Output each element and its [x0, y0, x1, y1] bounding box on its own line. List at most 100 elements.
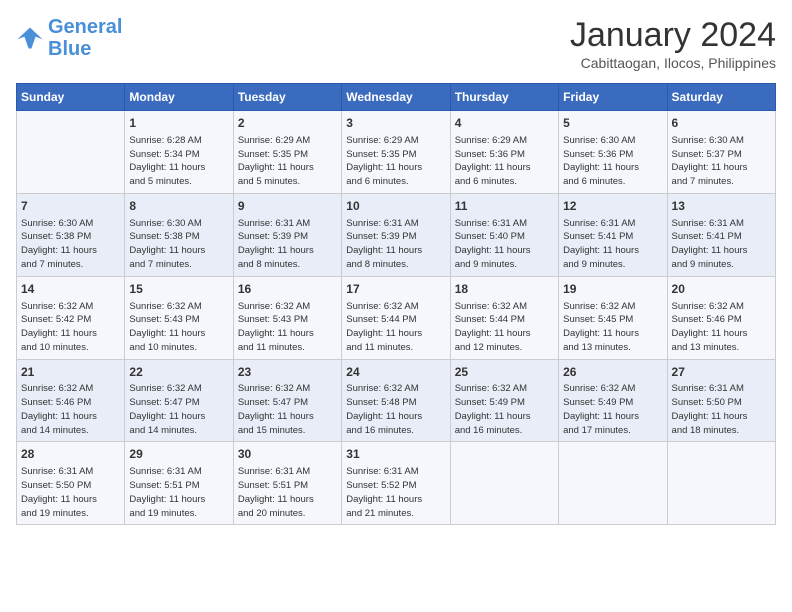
week-row-1: 1 Sunrise: 6:28 AM Sunset: 5:34 PM Daylig…	[17, 111, 776, 194]
subtitle: Cabittaogan, Ilocos, Philippines	[570, 55, 776, 71]
week-row-2: 7 Sunrise: 6:30 AM Sunset: 5:38 PM Daylig…	[17, 193, 776, 276]
calendar-cell: 8Sunrise: 6:30 AM Sunset: 5:38 PM Daylig…	[125, 193, 233, 276]
cell-info: Sunrise: 6:30 AM Sunset: 5:38 PM Dayligh…	[129, 217, 228, 272]
calendar-cell: 20 Sunrise: 6:32 AM Sunset: 5:46 PM Dayli…	[667, 276, 775, 359]
day-number: 17	[346, 281, 445, 298]
calendar-cell: 30 Sunrise: 6:31 AM Sunset: 5:51 PM Dayli…	[233, 442, 341, 525]
header-cell-wednesday: Wednesday	[342, 84, 450, 111]
calendar-cell: 27Sunrise: 6:31 AM Sunset: 5:50 PM Dayli…	[667, 359, 775, 442]
day-number: 29	[129, 446, 228, 463]
cell-info: Sunrise: 6:31 AM Sunset: 5:40 PM Dayligh…	[455, 217, 554, 272]
day-number: 13	[672, 198, 771, 215]
calendar-cell	[559, 442, 667, 525]
day-number: 20	[672, 281, 771, 298]
day-number: 2	[238, 115, 337, 132]
cell-info: Sunrise: 6:30 AM Sunset: 5:38 PM Dayligh…	[21, 217, 120, 272]
calendar-cell	[450, 442, 558, 525]
cell-info: Sunrise: 6:32 AM Sunset: 5:49 PM Dayligh…	[563, 382, 662, 437]
day-number: 14	[21, 281, 120, 298]
logo-text-line1: General	[48, 16, 122, 38]
cell-info: Sunrise: 6:31 AM Sunset: 5:50 PM Dayligh…	[672, 382, 771, 437]
calendar-cell: 4 Sunrise: 6:29 AM Sunset: 5:36 PM Daylig…	[450, 111, 558, 194]
cell-info: Sunrise: 6:30 AM Sunset: 5:36 PM Dayligh…	[563, 134, 662, 189]
cell-info: Sunrise: 6:32 AM Sunset: 5:44 PM Dayligh…	[346, 300, 445, 355]
calendar-cell: 25Sunrise: 6:32 AM Sunset: 5:49 PM Dayli…	[450, 359, 558, 442]
cell-info: Sunrise: 6:31 AM Sunset: 5:52 PM Dayligh…	[346, 465, 445, 520]
calendar-cell: 24Sunrise: 6:32 AM Sunset: 5:48 PM Dayli…	[342, 359, 450, 442]
day-number: 1	[129, 115, 228, 132]
day-number: 11	[455, 198, 554, 215]
day-number: 28	[21, 446, 120, 463]
cell-info: Sunrise: 6:32 AM Sunset: 5:43 PM Dayligh…	[129, 300, 228, 355]
calendar-cell: 17 Sunrise: 6:32 AM Sunset: 5:44 PM Dayli…	[342, 276, 450, 359]
header-cell-saturday: Saturday	[667, 84, 775, 111]
header-cell-sunday: Sunday	[17, 84, 125, 111]
day-number: 5	[563, 115, 662, 132]
cell-info: Sunrise: 6:32 AM Sunset: 5:49 PM Dayligh…	[455, 382, 554, 437]
day-number: 4	[455, 115, 554, 132]
calendar-cell: 28 Sunrise: 6:31 AM Sunset: 5:50 PM Dayli…	[17, 442, 125, 525]
day-number: 7	[21, 198, 120, 215]
calendar-body: 1 Sunrise: 6:28 AM Sunset: 5:34 PM Daylig…	[17, 111, 776, 525]
calendar-cell: 18 Sunrise: 6:32 AM Sunset: 5:44 PM Dayli…	[450, 276, 558, 359]
day-number: 26	[563, 364, 662, 381]
cell-info: Sunrise: 6:32 AM Sunset: 5:42 PM Dayligh…	[21, 300, 120, 355]
calendar-cell: 26Sunrise: 6:32 AM Sunset: 5:49 PM Dayli…	[559, 359, 667, 442]
cell-info: Sunrise: 6:32 AM Sunset: 5:46 PM Dayligh…	[672, 300, 771, 355]
cell-info: Sunrise: 6:32 AM Sunset: 5:47 PM Dayligh…	[129, 382, 228, 437]
calendar-cell: 19 Sunrise: 6:32 AM Sunset: 5:45 PM Dayli…	[559, 276, 667, 359]
day-number: 6	[672, 115, 771, 132]
calendar-cell: 14 Sunrise: 6:32 AM Sunset: 5:42 PM Dayli…	[17, 276, 125, 359]
header-cell-thursday: Thursday	[450, 84, 558, 111]
cell-info: Sunrise: 6:32 AM Sunset: 5:48 PM Dayligh…	[346, 382, 445, 437]
day-number: 21	[21, 364, 120, 381]
cell-info: Sunrise: 6:29 AM Sunset: 5:35 PM Dayligh…	[346, 134, 445, 189]
cell-info: Sunrise: 6:29 AM Sunset: 5:36 PM Dayligh…	[455, 134, 554, 189]
calendar-cell: 31 Sunrise: 6:31 AM Sunset: 5:52 PM Dayli…	[342, 442, 450, 525]
week-row-3: 14 Sunrise: 6:32 AM Sunset: 5:42 PM Dayli…	[17, 276, 776, 359]
cell-info: Sunrise: 6:28 AM Sunset: 5:34 PM Dayligh…	[129, 134, 228, 189]
day-number: 30	[238, 446, 337, 463]
cell-info: Sunrise: 6:31 AM Sunset: 5:39 PM Dayligh…	[238, 217, 337, 272]
day-number: 31	[346, 446, 445, 463]
cell-info: Sunrise: 6:32 AM Sunset: 5:46 PM Dayligh…	[21, 382, 120, 437]
calendar-cell: 22Sunrise: 6:32 AM Sunset: 5:47 PM Dayli…	[125, 359, 233, 442]
calendar-cell: 5 Sunrise: 6:30 AM Sunset: 5:36 PM Daylig…	[559, 111, 667, 194]
calendar-cell: 6Sunrise: 6:30 AM Sunset: 5:37 PM Daylig…	[667, 111, 775, 194]
calendar-cell: 10Sunrise: 6:31 AM Sunset: 5:39 PM Dayli…	[342, 193, 450, 276]
day-number: 24	[346, 364, 445, 381]
logo-text-line2: Blue	[48, 38, 122, 60]
header-cell-tuesday: Tuesday	[233, 84, 341, 111]
cell-info: Sunrise: 6:31 AM Sunset: 5:51 PM Dayligh…	[238, 465, 337, 520]
calendar-cell: 9 Sunrise: 6:31 AM Sunset: 5:39 PM Daylig…	[233, 193, 341, 276]
calendar-cell: 15Sunrise: 6:32 AM Sunset: 5:43 PM Dayli…	[125, 276, 233, 359]
calendar-cell: 1 Sunrise: 6:28 AM Sunset: 5:34 PM Daylig…	[125, 111, 233, 194]
day-number: 27	[672, 364, 771, 381]
calendar-cell: 29 Sunrise: 6:31 AM Sunset: 5:51 PM Dayli…	[125, 442, 233, 525]
calendar-cell: 16Sunrise: 6:32 AM Sunset: 5:43 PM Dayli…	[233, 276, 341, 359]
day-number: 3	[346, 115, 445, 132]
calendar-cell: 11 Sunrise: 6:31 AM Sunset: 5:40 PM Dayli…	[450, 193, 558, 276]
cell-info: Sunrise: 6:32 AM Sunset: 5:44 PM Dayligh…	[455, 300, 554, 355]
logo: General Blue	[16, 16, 122, 60]
calendar-cell	[667, 442, 775, 525]
cell-info: Sunrise: 6:31 AM Sunset: 5:50 PM Dayligh…	[21, 465, 120, 520]
calendar-cell	[17, 111, 125, 194]
day-number: 9	[238, 198, 337, 215]
title-section: January 2024 Cabittaogan, Ilocos, Philip…	[570, 16, 776, 71]
day-number: 22	[129, 364, 228, 381]
header-cell-friday: Friday	[559, 84, 667, 111]
calendar-cell: 21Sunrise: 6:32 AM Sunset: 5:46 PM Dayli…	[17, 359, 125, 442]
calendar-header-row: SundayMondayTuesdayWednesdayThursdayFrid…	[17, 84, 776, 111]
cell-info: Sunrise: 6:31 AM Sunset: 5:39 PM Dayligh…	[346, 217, 445, 272]
day-number: 16	[238, 281, 337, 298]
cell-info: Sunrise: 6:31 AM Sunset: 5:51 PM Dayligh…	[129, 465, 228, 520]
month-title: January 2024	[570, 16, 776, 55]
cell-info: Sunrise: 6:29 AM Sunset: 5:35 PM Dayligh…	[238, 134, 337, 189]
cell-info: Sunrise: 6:32 AM Sunset: 5:45 PM Dayligh…	[563, 300, 662, 355]
logo-icon	[16, 24, 44, 52]
calendar-cell: 12Sunrise: 6:31 AM Sunset: 5:41 PM Dayli…	[559, 193, 667, 276]
day-number: 18	[455, 281, 554, 298]
day-number: 23	[238, 364, 337, 381]
day-number: 19	[563, 281, 662, 298]
